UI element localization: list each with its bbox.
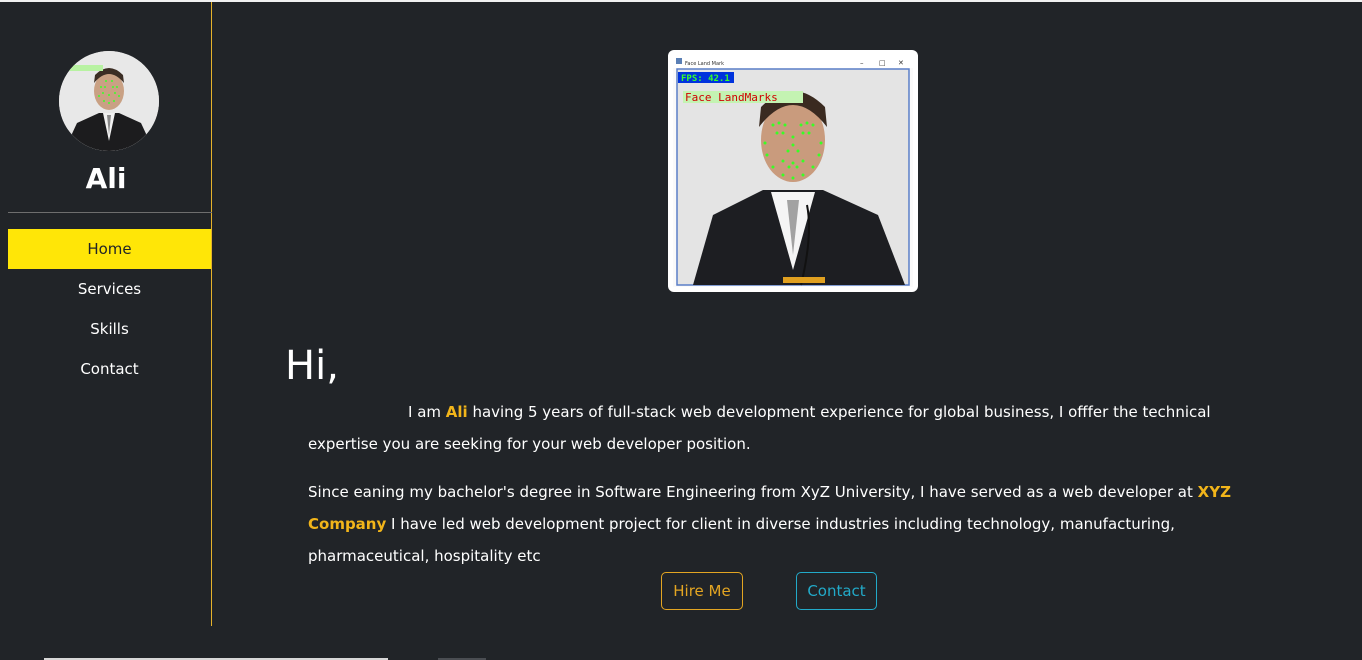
hire-me-button[interactable]: Hire Me: [661, 572, 743, 610]
avatar-photo: [59, 51, 159, 151]
sidebar: Ali Home Services Skills Contact: [0, 2, 212, 626]
face-landmarks-label: Face LandMarks: [685, 91, 778, 104]
education-paragraph: Since eaning my bachelor's degree in Sof…: [308, 476, 1258, 572]
greeting-heading: Hi,: [285, 343, 339, 389]
fps-readout: FPS: 42.1: [681, 74, 730, 84]
nav-item-home[interactable]: Home: [8, 229, 211, 269]
avatar: [59, 51, 159, 151]
nav-item-skills[interactable]: Skills: [8, 309, 211, 349]
window-minimize-icon: –: [860, 59, 864, 67]
face-landmark-screenshot: Face Land Mark – □ ✕ FPS: 42.1 Face Land…: [673, 55, 913, 287]
intro-prefix: I am: [408, 403, 446, 421]
nav-item-services[interactable]: Services: [8, 269, 211, 309]
window-title: Face Land Mark: [685, 61, 724, 67]
window-maximize-icon: □: [879, 59, 886, 67]
sidebar-nav: Home Services Skills Contact: [8, 229, 211, 389]
profile-name: Ali: [85, 162, 127, 195]
contact-button[interactable]: Contact: [796, 572, 877, 610]
sidebar-divider: [8, 212, 212, 213]
intro-name-highlight: Ali: [445, 403, 468, 421]
hero-photo-card: Face Land Mark – □ ✕ FPS: 42.1 Face Land…: [668, 50, 918, 292]
window-close-icon: ✕: [898, 59, 904, 67]
intro-paragraph: I am Ali having 5 years of full-stack we…: [308, 396, 1258, 460]
nav-item-contact[interactable]: Contact: [8, 349, 211, 389]
education-rest: I have led web development project for c…: [308, 515, 1175, 565]
education-prefix: Since eaning my bachelor's degree in Sof…: [308, 483, 1198, 501]
